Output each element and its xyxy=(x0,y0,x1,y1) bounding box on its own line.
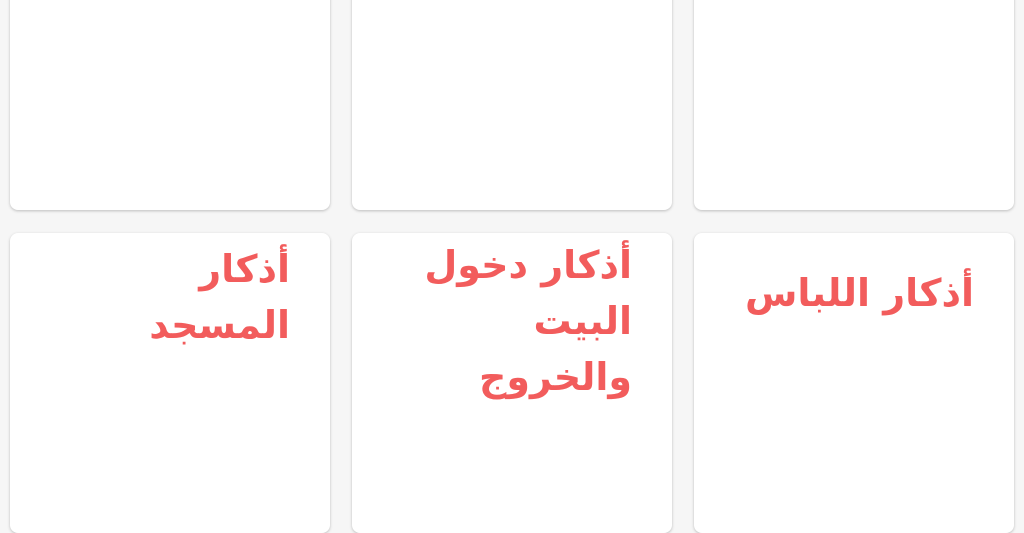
card-home-entry-exit-adhkar[interactable]: أذكار دخول البيت والخروج xyxy=(352,233,672,533)
card-title-mosque-adhkar: أذكار المسجد xyxy=(149,247,290,347)
card-top-left[interactable] xyxy=(10,0,330,210)
card-title-home-entry-exit-adhkar: أذكار دخول البيت والخروج xyxy=(424,243,632,399)
card-top-middle[interactable] xyxy=(352,0,672,210)
card-mosque-adhkar[interactable]: أذكار المسجد xyxy=(10,233,330,533)
card-clothing-adhkar[interactable]: أذكار اللباس xyxy=(694,233,1014,533)
card-title-clothing-adhkar: أذكار اللباس xyxy=(744,271,974,315)
card-top-right[interactable] xyxy=(694,0,1014,210)
